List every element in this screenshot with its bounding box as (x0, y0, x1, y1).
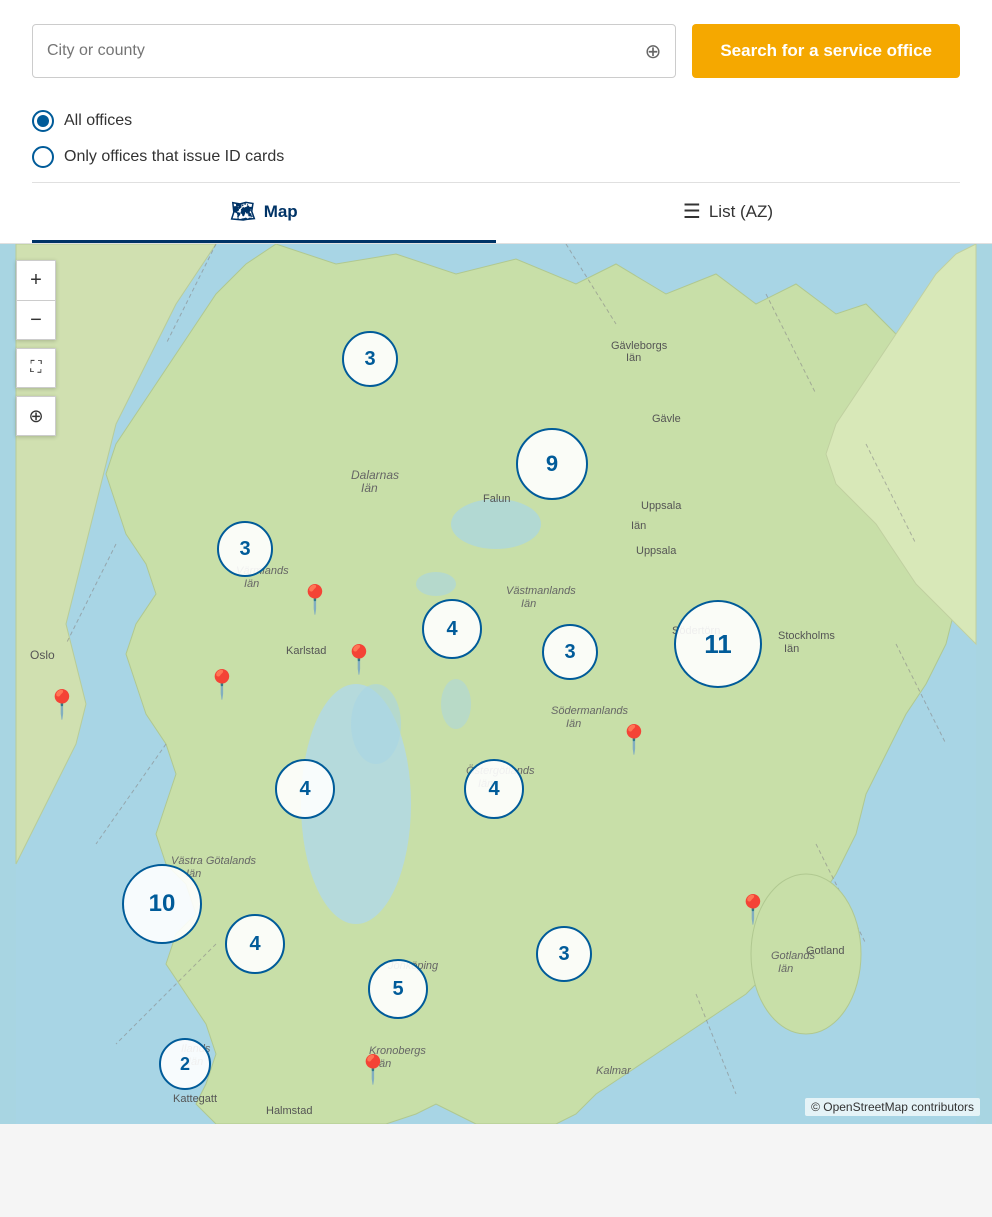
cluster-10-gothenburg[interactable]: 10 (122, 864, 202, 944)
svg-text:Uppsala: Uppsala (636, 545, 677, 557)
svg-text:Gävle: Gävle (652, 413, 681, 425)
tab-map[interactable]: 🗺 Map (32, 183, 496, 243)
svg-text:Iän: Iän (521, 598, 536, 610)
svg-text:Dalarnas: Dalarnas (351, 468, 399, 482)
radio-circle-all (32, 110, 54, 132)
svg-text:Uppsala: Uppsala (641, 500, 682, 512)
map-pin-3[interactable]: 📍 (205, 671, 240, 699)
search-button[interactable]: Search for a service office (692, 24, 960, 78)
svg-text:Iän: Iän (361, 481, 378, 495)
cluster-3-sodermanland[interactable]: 3 (542, 624, 598, 680)
map-controls: + − ⛶ ⊕ (16, 260, 56, 436)
map-pin-5[interactable]: 📍 (617, 726, 652, 754)
svg-text:Oslo: Oslo (30, 648, 55, 662)
location-button[interactable]: ⊕ (16, 396, 56, 436)
map-tab-icon: 🗺 (230, 199, 255, 224)
svg-text:Södermanlands: Södermanlands (551, 705, 629, 717)
svg-text:Kalmar: Kalmar (596, 1065, 632, 1077)
radio-all-offices[interactable]: All offices (32, 110, 960, 132)
tab-list-label: List (AZ) (709, 202, 773, 222)
svg-text:Västra Götalands: Västra Götalands (171, 855, 256, 867)
radio-label-all: All offices (64, 112, 132, 130)
gps-icon[interactable]: ⊕ (645, 39, 662, 64)
svg-text:Iän: Iän (631, 520, 646, 532)
tab-list[interactable]: ☰ List (AZ) (496, 183, 960, 243)
cluster-5-smaland[interactable]: 5 (368, 959, 428, 1019)
radio-label-id: Only offices that issue ID cards (64, 148, 284, 166)
cluster-4-vastmanland[interactable]: 4 (422, 599, 482, 659)
cluster-3-dalarna[interactable]: 3 (342, 331, 398, 387)
map-pin-1[interactable]: 📍 (298, 586, 333, 614)
cluster-11-stockholm[interactable]: 11 (674, 600, 762, 688)
search-row: ⊕ Search for a service office (32, 24, 960, 78)
svg-text:Stockholms: Stockholms (778, 630, 835, 642)
tabs-row: 🗺 Map ☰ List (AZ) (32, 182, 960, 243)
city-county-input[interactable] (47, 42, 645, 60)
cluster-9-uppland[interactable]: 9 (516, 428, 588, 500)
svg-text:Iän: Iän (784, 643, 799, 655)
map-svg: Dalarnas Iän Värmlands Iän Västmanlands … (0, 244, 992, 1124)
svg-text:Iän: Iän (244, 578, 259, 590)
svg-text:Iän: Iän (626, 352, 641, 364)
radio-circle-id (32, 146, 54, 168)
cluster-4-vattern-west[interactable]: 4 (275, 759, 335, 819)
map-pin-gotland[interactable]: 📍 (736, 896, 771, 924)
zoom-in-button[interactable]: + (16, 260, 56, 300)
search-input-wrapper: ⊕ (32, 24, 676, 78)
svg-text:Gävleborgs: Gävleborgs (611, 340, 668, 352)
fullscreen-button[interactable]: ⛶ (16, 348, 56, 388)
svg-text:Falun: Falun (483, 493, 511, 505)
tab-map-label: Map (264, 202, 298, 222)
top-section: ⊕ Search for a service office All office… (0, 0, 992, 244)
map-pin-2[interactable]: 📍 (342, 646, 377, 674)
svg-text:Karlstad: Karlstad (286, 645, 326, 657)
svg-text:Gotland: Gotland (806, 945, 845, 957)
map-pin-kronoberg[interactable]: 📍 (356, 1056, 391, 1084)
zoom-out-button[interactable]: − (16, 300, 56, 340)
map-pin-4[interactable]: 📍 (45, 691, 80, 719)
cluster-4-ostergotland[interactable]: 4 (464, 759, 524, 819)
app-wrapper: ⊕ Search for a service office All office… (0, 0, 992, 1124)
cluster-4-jonkoping[interactable]: 4 (225, 914, 285, 974)
map-container[interactable]: Dalarnas Iän Värmlands Iän Västmanlands … (0, 244, 992, 1124)
svg-text:Iän: Iän (778, 963, 793, 975)
radio-id-cards[interactable]: Only offices that issue ID cards (32, 146, 960, 168)
cluster-2-kronoberg[interactable]: 2 (159, 1038, 211, 1090)
radio-group: All offices Only offices that issue ID c… (32, 98, 960, 168)
cluster-3-kalmar[interactable]: 3 (536, 926, 592, 982)
cluster-3-varmland[interactable]: 3 (217, 521, 273, 577)
svg-text:Kattegatt: Kattegatt (173, 1093, 217, 1105)
map-attribution: © OpenStreetMap contributors (805, 1098, 980, 1116)
svg-text:Västmanlands: Västmanlands (506, 585, 576, 597)
list-tab-icon: ☰ (683, 199, 701, 224)
zoom-controls: + − (16, 260, 56, 340)
svg-text:Iän: Iän (566, 718, 581, 730)
svg-text:Halmstad: Halmstad (266, 1105, 312, 1117)
